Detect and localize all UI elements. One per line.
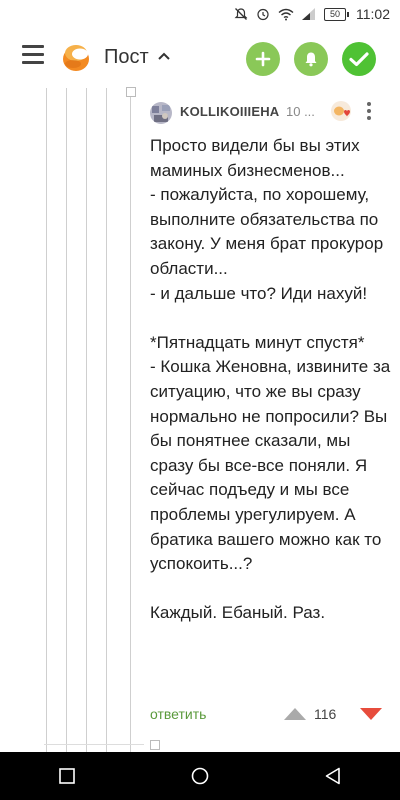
circle-icon bbox=[191, 767, 209, 785]
divider bbox=[44, 744, 144, 745]
check-icon bbox=[349, 52, 369, 67]
comment-body: Просто видели бы вы этих маминых бизнесм… bbox=[150, 134, 396, 626]
menu-icon[interactable] bbox=[22, 45, 44, 65]
comment-header: KOLLIKOIIIEHA 10 ... bbox=[150, 100, 390, 124]
chevron-up-icon[interactable] bbox=[158, 52, 170, 60]
alarm-icon bbox=[257, 8, 269, 21]
reply-link[interactable]: ответить bbox=[150, 706, 206, 722]
comment-paragraph: Просто видели бы вы этих маминых бизнесм… bbox=[150, 136, 360, 180]
status-time: 11:02 bbox=[356, 6, 390, 22]
add-button[interactable] bbox=[246, 42, 280, 76]
mark-read-button[interactable] bbox=[342, 42, 376, 76]
battery-level: 50 bbox=[329, 8, 340, 19]
rating-count: 116 bbox=[314, 706, 337, 722]
thread-collapse-toggle[interactable] bbox=[126, 87, 136, 97]
app-bar: Пост bbox=[0, 28, 400, 88]
bell-icon bbox=[305, 52, 317, 67]
battery-icon: 50 bbox=[324, 7, 349, 21]
system-nav-bar bbox=[0, 752, 400, 800]
award-icon[interactable] bbox=[330, 100, 352, 122]
page-title[interactable]: Пост bbox=[104, 46, 149, 69]
comment-thread-lines bbox=[0, 88, 140, 758]
comment-paragraph: *Пятнадцать минут спустя* bbox=[150, 332, 365, 352]
avatar[interactable] bbox=[150, 102, 172, 124]
back-button[interactable] bbox=[303, 756, 363, 796]
comment-paragraph: Каждый. Ебаный. Раз. bbox=[150, 603, 326, 623]
downvote-icon[interactable] bbox=[360, 708, 382, 720]
home-button[interactable] bbox=[170, 756, 230, 796]
recents-button[interactable] bbox=[37, 756, 97, 796]
comment-paragraph: - Кошка Женовна, извините за ситуацию, ч… bbox=[150, 357, 391, 574]
notifications-button[interactable] bbox=[294, 42, 328, 76]
signal-icon bbox=[302, 8, 315, 20]
comment-paragraph: - и дальше что? Иди нахуй! bbox=[150, 283, 368, 303]
next-thread-toggle[interactable] bbox=[150, 740, 160, 750]
upvote-icon[interactable] bbox=[284, 708, 306, 720]
pikabu-logo-icon bbox=[63, 45, 89, 71]
square-icon bbox=[58, 768, 75, 784]
comment-time: 10 ... bbox=[286, 104, 315, 119]
plus-icon bbox=[255, 51, 271, 67]
status-icons: 50 11:02 bbox=[234, 6, 390, 22]
status-bar: 50 11:02 bbox=[0, 0, 400, 28]
triangle-back-icon bbox=[326, 767, 341, 785]
vote-controls: 116 bbox=[280, 702, 390, 728]
mute-icon bbox=[234, 8, 248, 20]
more-vertical-icon[interactable] bbox=[366, 102, 372, 122]
wifi-icon bbox=[278, 8, 294, 20]
comment-paragraph: - пожалуйста, по хорошему, выполните обя… bbox=[150, 185, 384, 278]
comment-author[interactable]: KOLLIKOIIIEHA bbox=[180, 104, 279, 119]
